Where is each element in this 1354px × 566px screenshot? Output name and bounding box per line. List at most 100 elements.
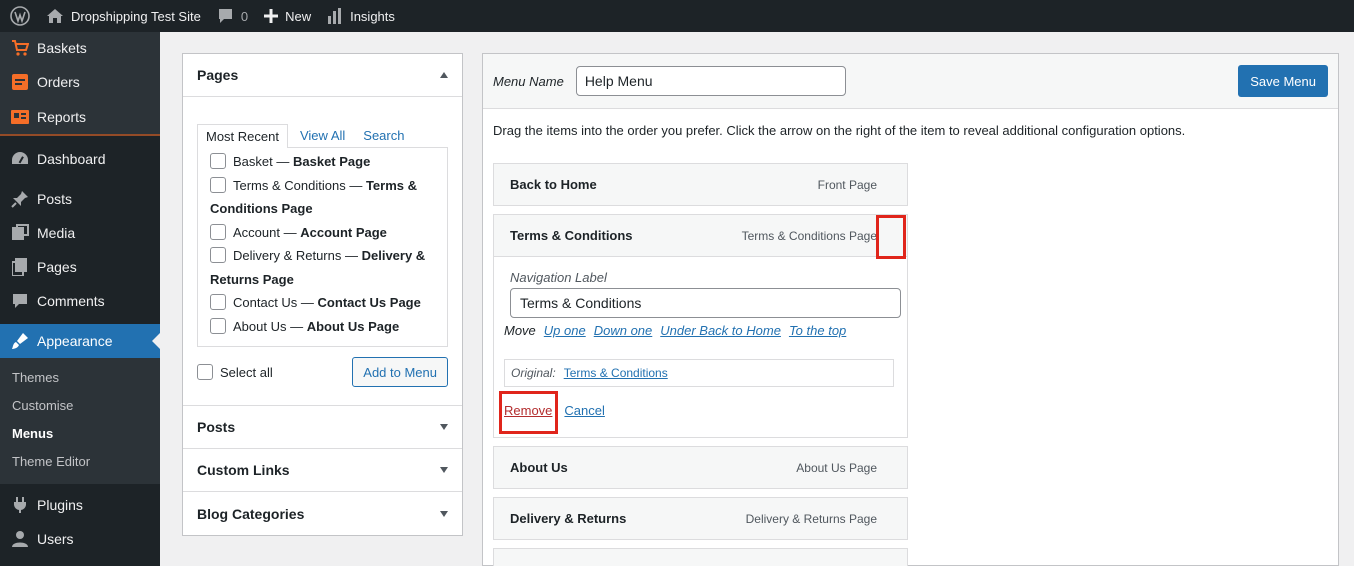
sidebar-item-baskets[interactable]: Baskets	[0, 32, 160, 64]
list-item[interactable]: Contact Us — Contact Us Page	[210, 291, 447, 315]
page-type: Contact Us Page	[317, 295, 421, 310]
move-to-top-link[interactable]: To the top	[789, 323, 846, 338]
insights-label: Insights	[350, 8, 395, 24]
sidebar-item-pages[interactable]: Pages	[0, 250, 160, 284]
wordpress-logo-button[interactable]	[0, 0, 38, 32]
menu-item-about-us[interactable]: About Us About Us Page	[493, 446, 908, 489]
submenu-customise[interactable]: Customise	[0, 392, 160, 420]
add-to-menu-button[interactable]: Add to Menu	[352, 357, 448, 387]
page-title: Delivery & Returns	[233, 248, 342, 263]
list-item[interactable]: Terms & Conditions — Terms & Conditions …	[210, 174, 447, 221]
sidebar-item-comments[interactable]: Comments	[0, 284, 160, 318]
tab-most-recent[interactable]: Most Recent	[197, 124, 288, 148]
submenu-theme-editor[interactable]: Theme Editor	[0, 448, 160, 476]
menu-name-input[interactable]: Help Menu	[575, 66, 846, 96]
pages-section-title: Pages	[197, 67, 239, 83]
pin-icon	[10, 189, 30, 209]
sidebar-item-posts[interactable]: Posts	[0, 182, 160, 216]
pages-icon	[10, 257, 30, 277]
cancel-link[interactable]: Cancel	[564, 403, 604, 418]
blog-categories-section-header[interactable]: Blog Categories	[183, 492, 462, 535]
orders-icon	[10, 72, 30, 92]
menu-item-back-to-home[interactable]: Back to Home Front Page	[493, 163, 908, 206]
submenu-themes[interactable]: Themes	[0, 364, 160, 392]
site-name-link[interactable]: Dropshipping Test Site	[38, 0, 209, 32]
plus-icon	[264, 9, 279, 23]
list-item[interactable]: About Us — About Us Page	[210, 315, 447, 339]
cart-icon	[10, 38, 30, 58]
comments-link[interactable]: 0	[209, 0, 256, 32]
page-checkbox[interactable]	[210, 294, 226, 310]
sidebar-item-label: Posts	[37, 191, 73, 207]
reports-icon	[10, 107, 30, 127]
posts-section-header[interactable]: Posts	[183, 406, 462, 449]
page-type: About Us Page	[306, 318, 400, 334]
select-all-control[interactable]: Select all	[197, 364, 273, 380]
sidebar-item-label: Comments	[37, 293, 105, 309]
pages-section-body: Most Recent View All Search Basket — Bas…	[183, 97, 462, 406]
separator-dash: —	[279, 224, 301, 240]
admin-bar: Dropshipping Test Site 0 New Insights	[0, 0, 1354, 32]
navigation-label-input[interactable]: Terms & Conditions	[510, 288, 901, 318]
page-title: Contact Us	[233, 295, 298, 310]
expand-arrow-icon[interactable]	[440, 510, 448, 517]
page-title: Terms & Conditions	[233, 177, 346, 193]
submenu-menus[interactable]: Menus	[0, 420, 160, 448]
insights-link[interactable]: Insights	[319, 0, 403, 32]
separator-dash: —	[297, 295, 318, 310]
new-label: New	[285, 8, 312, 24]
page-checkbox[interactable]	[210, 317, 226, 334]
menu-item-type: Terms & Conditions Page	[741, 228, 877, 243]
collapse-arrow-icon[interactable]	[440, 72, 448, 78]
page-type: Account Page	[300, 224, 387, 240]
sidebar-item-orders[interactable]: Orders	[0, 64, 160, 99]
sidebar-item-dashboard[interactable]: Dashboard	[0, 140, 160, 178]
new-content-link[interactable]: New	[256, 0, 319, 32]
original-link[interactable]: Terms & Conditions	[564, 366, 668, 380]
custom-links-section-header[interactable]: Custom Links	[183, 449, 462, 492]
tab-search[interactable]: Search	[355, 124, 412, 147]
save-menu-button[interactable]: Save Menu	[1238, 65, 1328, 97]
home-icon	[47, 9, 63, 23]
separator	[0, 134, 160, 136]
highlight-expand-arrow	[876, 215, 906, 259]
sidebar-item-appearance[interactable]: Appearance	[0, 324, 160, 358]
sidebar-item-media[interactable]: Media	[0, 216, 160, 250]
menu-item-title: Back to Home	[510, 177, 597, 192]
select-all-label: Select all	[220, 364, 273, 380]
list-item[interactable]: Delivery & Returns — Delivery & Returns …	[210, 244, 447, 291]
separator-dash: —	[345, 177, 366, 193]
page-title: Basket	[233, 154, 273, 169]
admin-sidebar: Baskets Orders Reports Dashboard Posts M…	[0, 32, 160, 566]
menu-item-title: Delivery & Returns	[510, 511, 627, 526]
sidebar-item-users[interactable]: Users	[0, 522, 160, 556]
sidebar-item-reports[interactable]: Reports	[0, 99, 160, 134]
page-checkbox[interactable]	[210, 223, 226, 240]
move-up-one-link[interactable]: Up one	[544, 323, 586, 338]
sidebar-item-label: Plugins	[37, 497, 83, 513]
list-item[interactable]: Basket — Basket Page	[210, 150, 447, 174]
menu-item-terms-conditions[interactable]: Terms & Conditions Terms & Conditions Pa…	[493, 214, 908, 257]
expand-arrow-icon[interactable]	[440, 467, 448, 473]
pages-section-header[interactable]: Pages	[183, 54, 462, 97]
comment-icon	[10, 291, 30, 311]
users-icon	[10, 529, 30, 549]
tab-view-all[interactable]: View All	[292, 124, 353, 147]
move-under-back-to-home-link[interactable]: Under Back to Home	[660, 323, 781, 338]
separator-dash: —	[286, 318, 307, 334]
bar-chart-icon	[328, 8, 342, 24]
expand-arrow-icon[interactable]	[440, 424, 448, 430]
posts-section-title: Posts	[197, 419, 236, 435]
page-checkbox[interactable]	[210, 153, 226, 169]
pages-checklist: Basket — Basket Page Terms & Conditions …	[197, 147, 448, 347]
menu-item-delivery-returns[interactable]: Delivery & Returns Delivery & Returns Pa…	[493, 497, 908, 540]
custom-links-section-title: Custom Links	[197, 462, 290, 478]
menu-item-next-partial[interactable]	[493, 548, 908, 566]
move-down-one-link[interactable]: Down one	[594, 323, 653, 338]
sidebar-item-plugins[interactable]: Plugins	[0, 488, 160, 522]
media-icon	[10, 223, 30, 243]
sidebar-item-label: Pages	[37, 259, 77, 275]
select-all-checkbox[interactable]	[197, 364, 213, 380]
original-label: Original:	[511, 366, 556, 380]
list-item[interactable]: Account — Account Page	[210, 221, 447, 245]
